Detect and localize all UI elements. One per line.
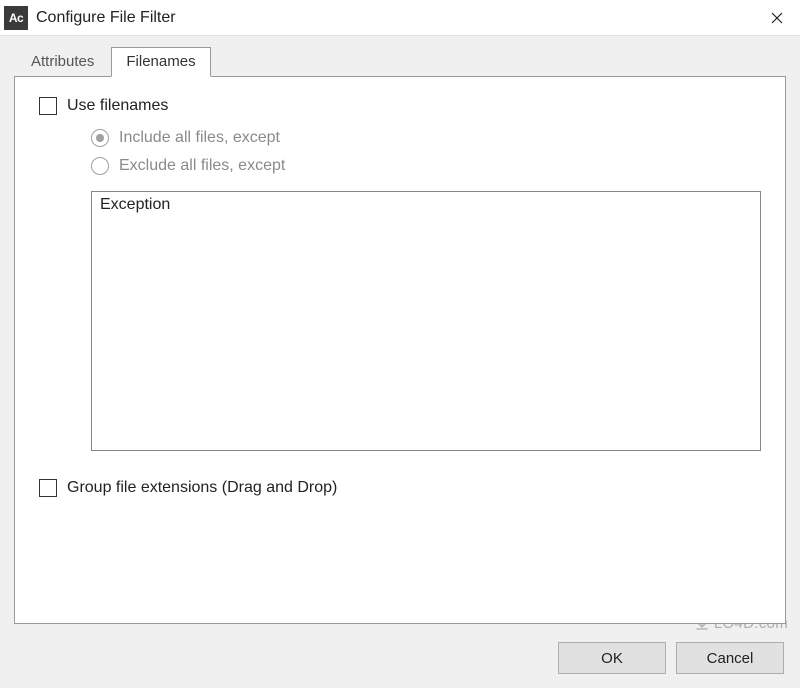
tab-filenames[interactable]: Filenames xyxy=(111,47,210,77)
exception-list-header: Exception xyxy=(100,196,752,214)
titlebar: Ac Configure File Filter xyxy=(0,0,800,36)
include-exclude-radio-group: Include all files, except Exclude all fi… xyxy=(91,129,761,175)
include-radio-label: Include all files, except xyxy=(119,129,280,147)
tabpanel-filenames: Use filenames Include all files, except … xyxy=(14,76,786,624)
use-filenames-label[interactable]: Use filenames xyxy=(67,97,168,115)
window-title: Configure File Filter xyxy=(36,9,176,27)
ok-button[interactable]: OK xyxy=(558,642,666,674)
close-button[interactable] xyxy=(754,0,800,36)
use-filenames-row: Use filenames xyxy=(39,97,761,115)
group-extensions-label[interactable]: Group file extensions (Drag and Drop) xyxy=(67,479,337,497)
group-extensions-checkbox[interactable] xyxy=(39,479,57,497)
close-icon xyxy=(771,12,783,24)
dialog-button-bar: OK Cancel xyxy=(558,642,784,674)
exclude-radio-label: Exclude all files, except xyxy=(119,157,285,175)
client-area: Attributes Filenames Use filenames Inclu… xyxy=(0,36,800,688)
include-radio[interactable] xyxy=(91,129,109,147)
cancel-button[interactable]: Cancel xyxy=(676,642,784,674)
exclude-radio-row: Exclude all files, except xyxy=(91,157,761,175)
tab-attributes[interactable]: Attributes xyxy=(16,47,109,76)
group-extensions-row: Group file extensions (Drag and Drop) xyxy=(39,479,761,497)
use-filenames-checkbox[interactable] xyxy=(39,97,57,115)
exception-listbox[interactable]: Exception xyxy=(91,191,761,451)
tabstrip: Attributes Filenames xyxy=(16,46,786,76)
app-icon: Ac xyxy=(4,6,28,30)
include-radio-row: Include all files, except xyxy=(91,129,761,147)
exclude-radio[interactable] xyxy=(91,157,109,175)
